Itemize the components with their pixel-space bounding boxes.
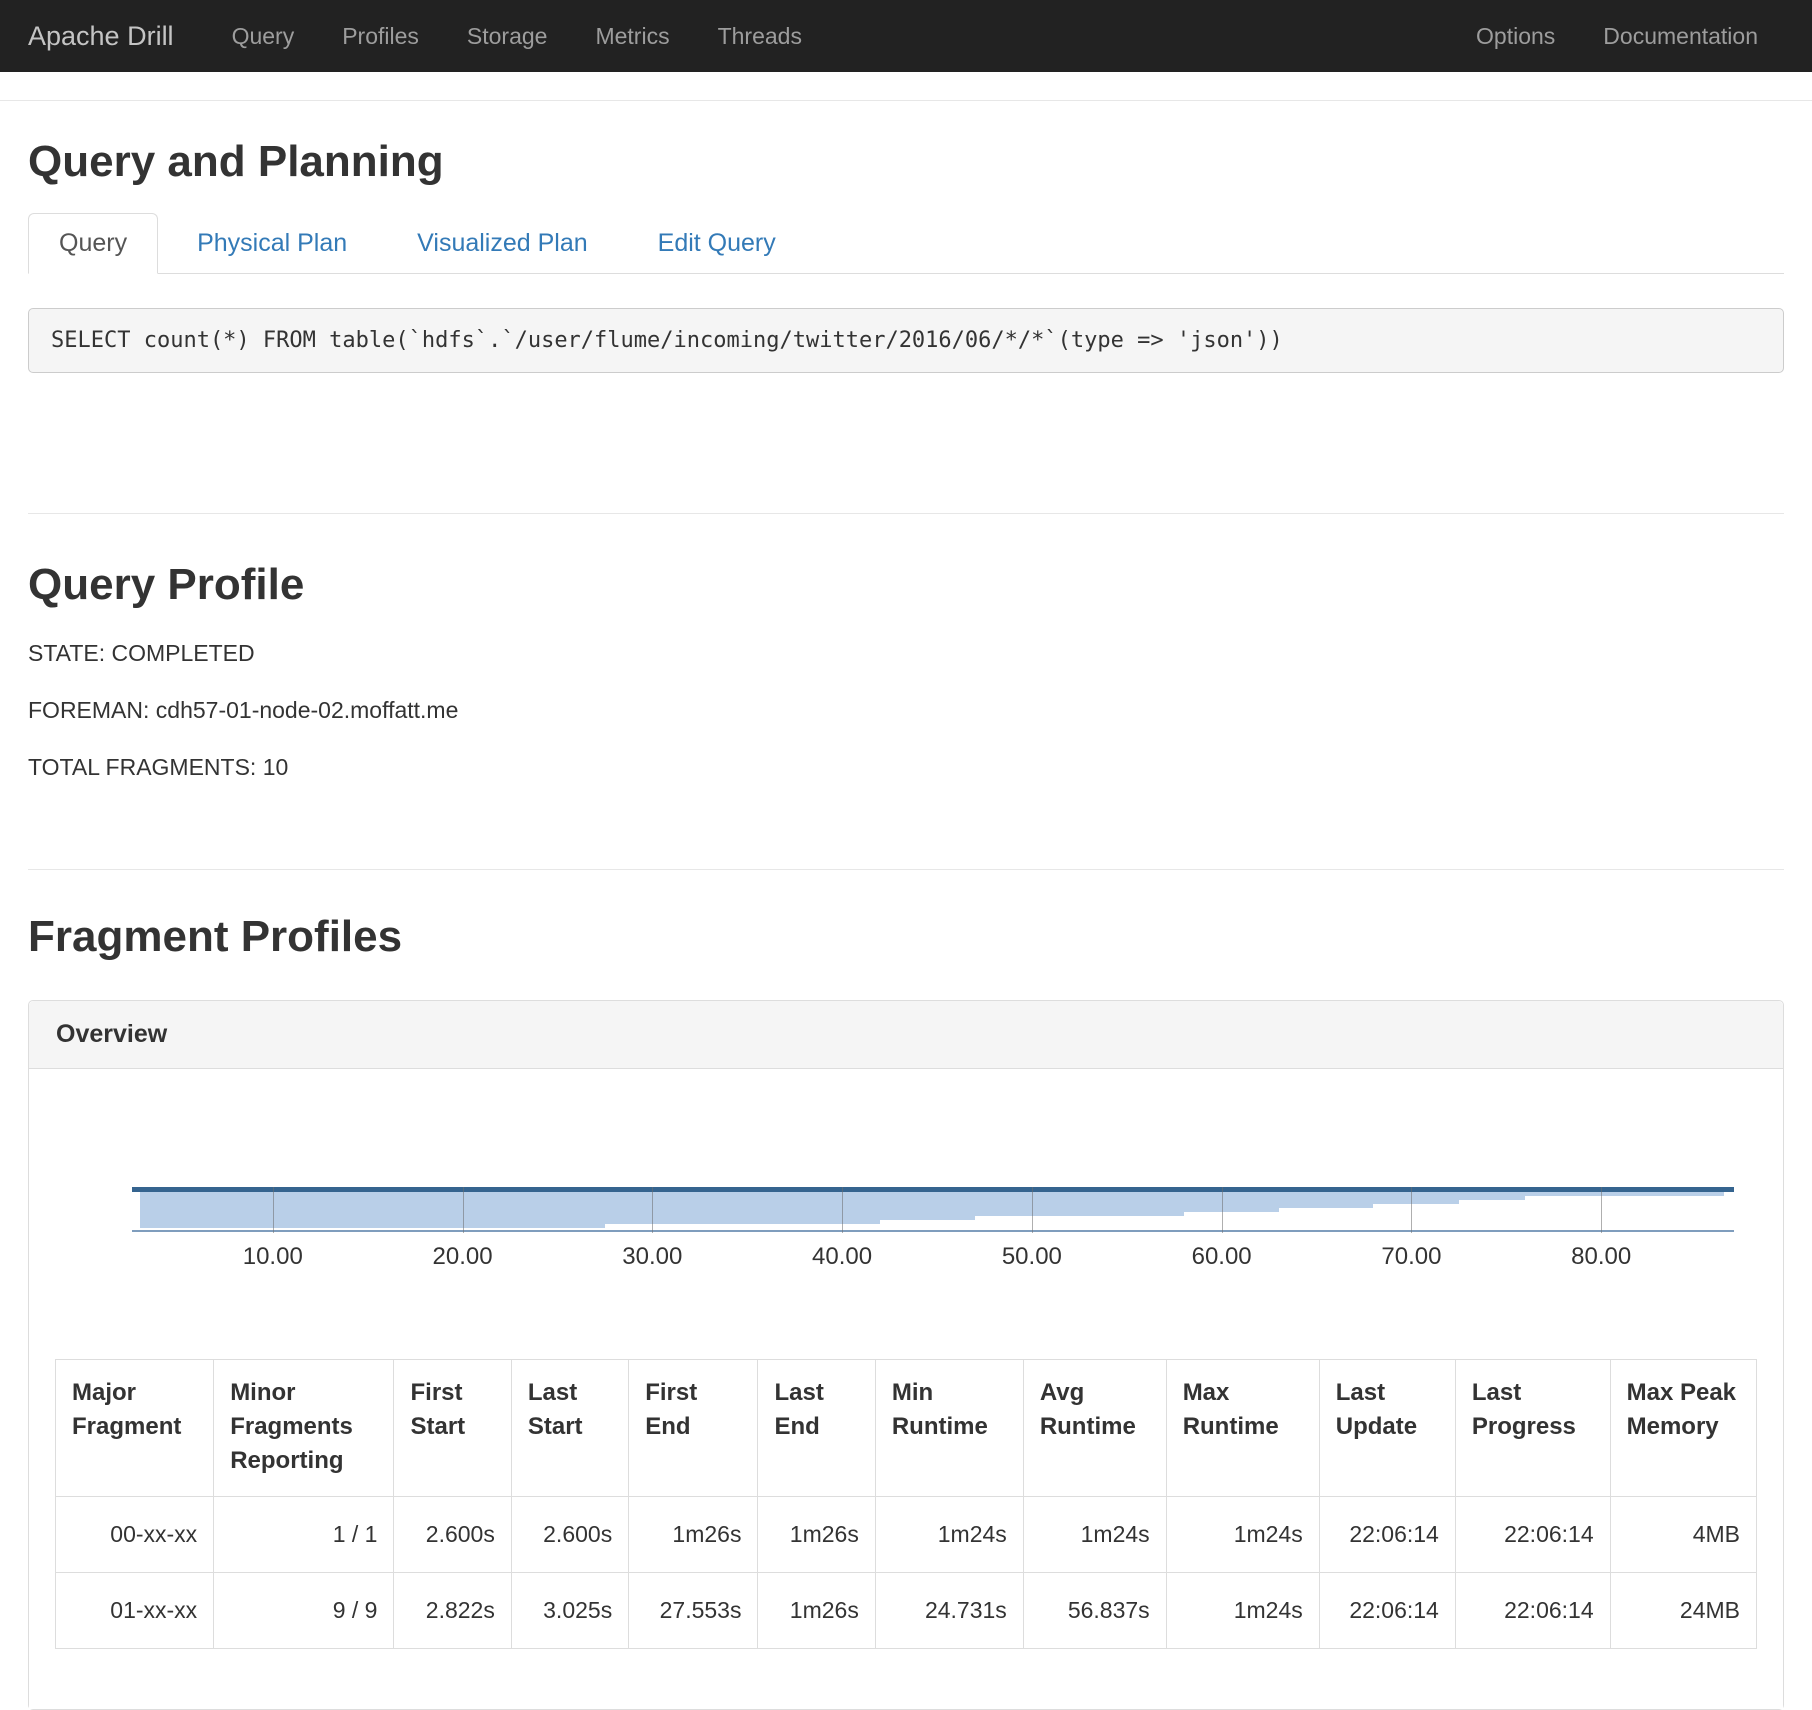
fragment-profiles-title: Fragment Profiles xyxy=(28,912,1784,962)
state-line: STATE: COMPLETED xyxy=(28,640,1784,667)
timeline-axis: 10.00 20.00 30.00 40.00 50.00 60.00 70.00 80.00 xyxy=(83,1243,1753,1277)
nav-item-documentation[interactable]: Documentation xyxy=(1579,23,1782,50)
table-cell: 56.837s xyxy=(1023,1573,1166,1649)
table-cell: 2.822s xyxy=(394,1573,511,1649)
table-cell: 1m24s xyxy=(1166,1497,1319,1573)
query-tabs: QueryPhysical PlanVisualized PlanEdit Qu… xyxy=(28,213,1784,274)
column-header-max-peak-memory: Max Peak Memory xyxy=(1610,1360,1756,1497)
divider xyxy=(28,513,1784,514)
timeline-gridline xyxy=(463,1187,464,1233)
navbar-left-links: QueryProfilesStorageMetricsThreads xyxy=(208,23,826,50)
table-cell: 22:06:14 xyxy=(1319,1573,1455,1649)
table-cell: 1 / 1 xyxy=(214,1497,394,1573)
overview-panel-header[interactable]: Overview xyxy=(29,1001,1783,1069)
column-header-last-end: Last End xyxy=(758,1360,875,1497)
table-cell: 2.600s xyxy=(511,1497,628,1573)
table-cell: 2.600s xyxy=(394,1497,511,1573)
table-cell: 9 / 9 xyxy=(214,1573,394,1649)
timeline-axis-tick-label: 20.00 xyxy=(433,1243,493,1271)
total-fragments-line: TOTAL FRAGMENTS: 10 xyxy=(28,754,1784,781)
column-header-min-runtime: Min Runtime xyxy=(875,1360,1023,1497)
column-header-last-start: Last Start xyxy=(511,1360,628,1497)
timeline-axis-tick-label: 30.00 xyxy=(622,1243,682,1271)
table-cell: 00-xx-xx xyxy=(56,1497,214,1573)
overview-panel-body: 10.00 20.00 30.00 40.00 50.00 60.00 70.00 80.00… xyxy=(29,1069,1783,1709)
timeline-axis-tick-label: 70.00 xyxy=(1381,1243,1441,1271)
timeline-band xyxy=(132,1187,1734,1232)
table-cell: 1m24s xyxy=(875,1497,1023,1573)
timeline-bar-minor xyxy=(140,1224,605,1228)
column-header-first-start: First Start xyxy=(394,1360,511,1497)
tab-edit-query[interactable]: Edit Query xyxy=(627,213,807,274)
table-cell: 27.553s xyxy=(629,1573,758,1649)
query-profile-title: Query Profile xyxy=(28,560,1784,610)
page-title: Query and Planning xyxy=(28,137,1784,187)
fragment-timeline-chart: 10.00 20.00 30.00 40.00 50.00 60.00 70.00 80.00 xyxy=(29,1069,1783,1277)
column-header-last-update: Last Update xyxy=(1319,1360,1455,1497)
column-header-minor-fragments-reporting: Minor Fragments Reporting xyxy=(214,1360,394,1497)
nav-item-storage[interactable]: Storage xyxy=(443,23,572,50)
timeline-gridline xyxy=(1222,1187,1223,1233)
table-cell: 22:06:14 xyxy=(1319,1497,1455,1573)
timeline-axis-tick-label: 60.00 xyxy=(1192,1243,1252,1271)
app-brand[interactable]: Apache Drill xyxy=(28,21,174,52)
timeline-axis-tick-label: 40.00 xyxy=(812,1243,872,1271)
table-cell: 22:06:14 xyxy=(1455,1573,1610,1649)
fragment-overview-table: Major FragmentMinor Fragments ReportingF… xyxy=(55,1359,1757,1649)
nav-item-query[interactable]: Query xyxy=(208,23,319,50)
table-cell: 24.731s xyxy=(875,1573,1023,1649)
overview-panel-title: Overview xyxy=(56,1020,167,1048)
table-header-row: Major FragmentMinor Fragments ReportingF… xyxy=(56,1360,1757,1497)
nav-item-profiles[interactable]: Profiles xyxy=(318,23,443,50)
overview-panel: Overview 10.00 20.00 30.00 40.00 50.00 60.00 7… xyxy=(28,1000,1784,1710)
table-cell: 3.025s xyxy=(511,1573,628,1649)
divider xyxy=(28,869,1784,870)
column-header-first-end: First End xyxy=(629,1360,758,1497)
timeline-axis-tick-label: 80.00 xyxy=(1571,1243,1631,1271)
nav-item-metrics[interactable]: Metrics xyxy=(571,23,693,50)
nav-item-options[interactable]: Options xyxy=(1452,23,1579,50)
tab-query[interactable]: Query xyxy=(28,213,158,274)
column-header-last-progress: Last Progress xyxy=(1455,1360,1610,1497)
table-row: 00-xx-xx1 / 12.600s2.600s1m26s1m26s1m24s… xyxy=(56,1497,1757,1573)
table-cell: 1m26s xyxy=(758,1497,875,1573)
timeline-gridline xyxy=(1411,1187,1412,1233)
sql-query: SELECT count(*) FROM table(`hdfs`.`/user… xyxy=(28,308,1784,373)
top-navbar: Apache Drill QueryProfilesStorageMetrics… xyxy=(0,0,1812,72)
table-cell: 4MB xyxy=(1610,1497,1756,1573)
timeline-gridline xyxy=(273,1187,274,1233)
foreman-line: FOREMAN: cdh57-01-node-02.moffatt.me xyxy=(28,697,1784,724)
nav-item-threads[interactable]: Threads xyxy=(694,23,826,50)
column-header-avg-runtime: Avg Runtime xyxy=(1023,1360,1166,1497)
timeline-axis-tick-label: 50.00 xyxy=(1002,1243,1062,1271)
timeline-plot-area xyxy=(83,1187,1753,1233)
timeline-gridline xyxy=(652,1187,653,1233)
divider xyxy=(0,100,1812,101)
timeline-axis-tick-label: 10.00 xyxy=(243,1243,303,1271)
table-cell: 22:06:14 xyxy=(1455,1497,1610,1573)
table-cell: 1m26s xyxy=(758,1573,875,1649)
tab-physical-plan[interactable]: Physical Plan xyxy=(166,213,378,274)
table-cell: 24MB xyxy=(1610,1573,1756,1649)
table-row: 01-xx-xx9 / 92.822s3.025s27.553s1m26s24.… xyxy=(56,1573,1757,1649)
timeline-gridline xyxy=(1601,1187,1602,1233)
navbar-right-links: OptionsDocumentation xyxy=(1452,23,1782,50)
table-cell: 1m24s xyxy=(1166,1573,1319,1649)
timeline-gridline xyxy=(842,1187,843,1233)
tab-visualized-plan[interactable]: Visualized Plan xyxy=(386,213,618,274)
table-cell: 01-xx-xx xyxy=(56,1573,214,1649)
table-cell: 1m24s xyxy=(1023,1497,1166,1573)
table-cell: 1m26s xyxy=(629,1497,758,1573)
column-header-max-runtime: Max Runtime xyxy=(1166,1360,1319,1497)
column-header-major-fragment: Major Fragment xyxy=(56,1360,214,1497)
timeline-gridline xyxy=(1032,1187,1033,1233)
